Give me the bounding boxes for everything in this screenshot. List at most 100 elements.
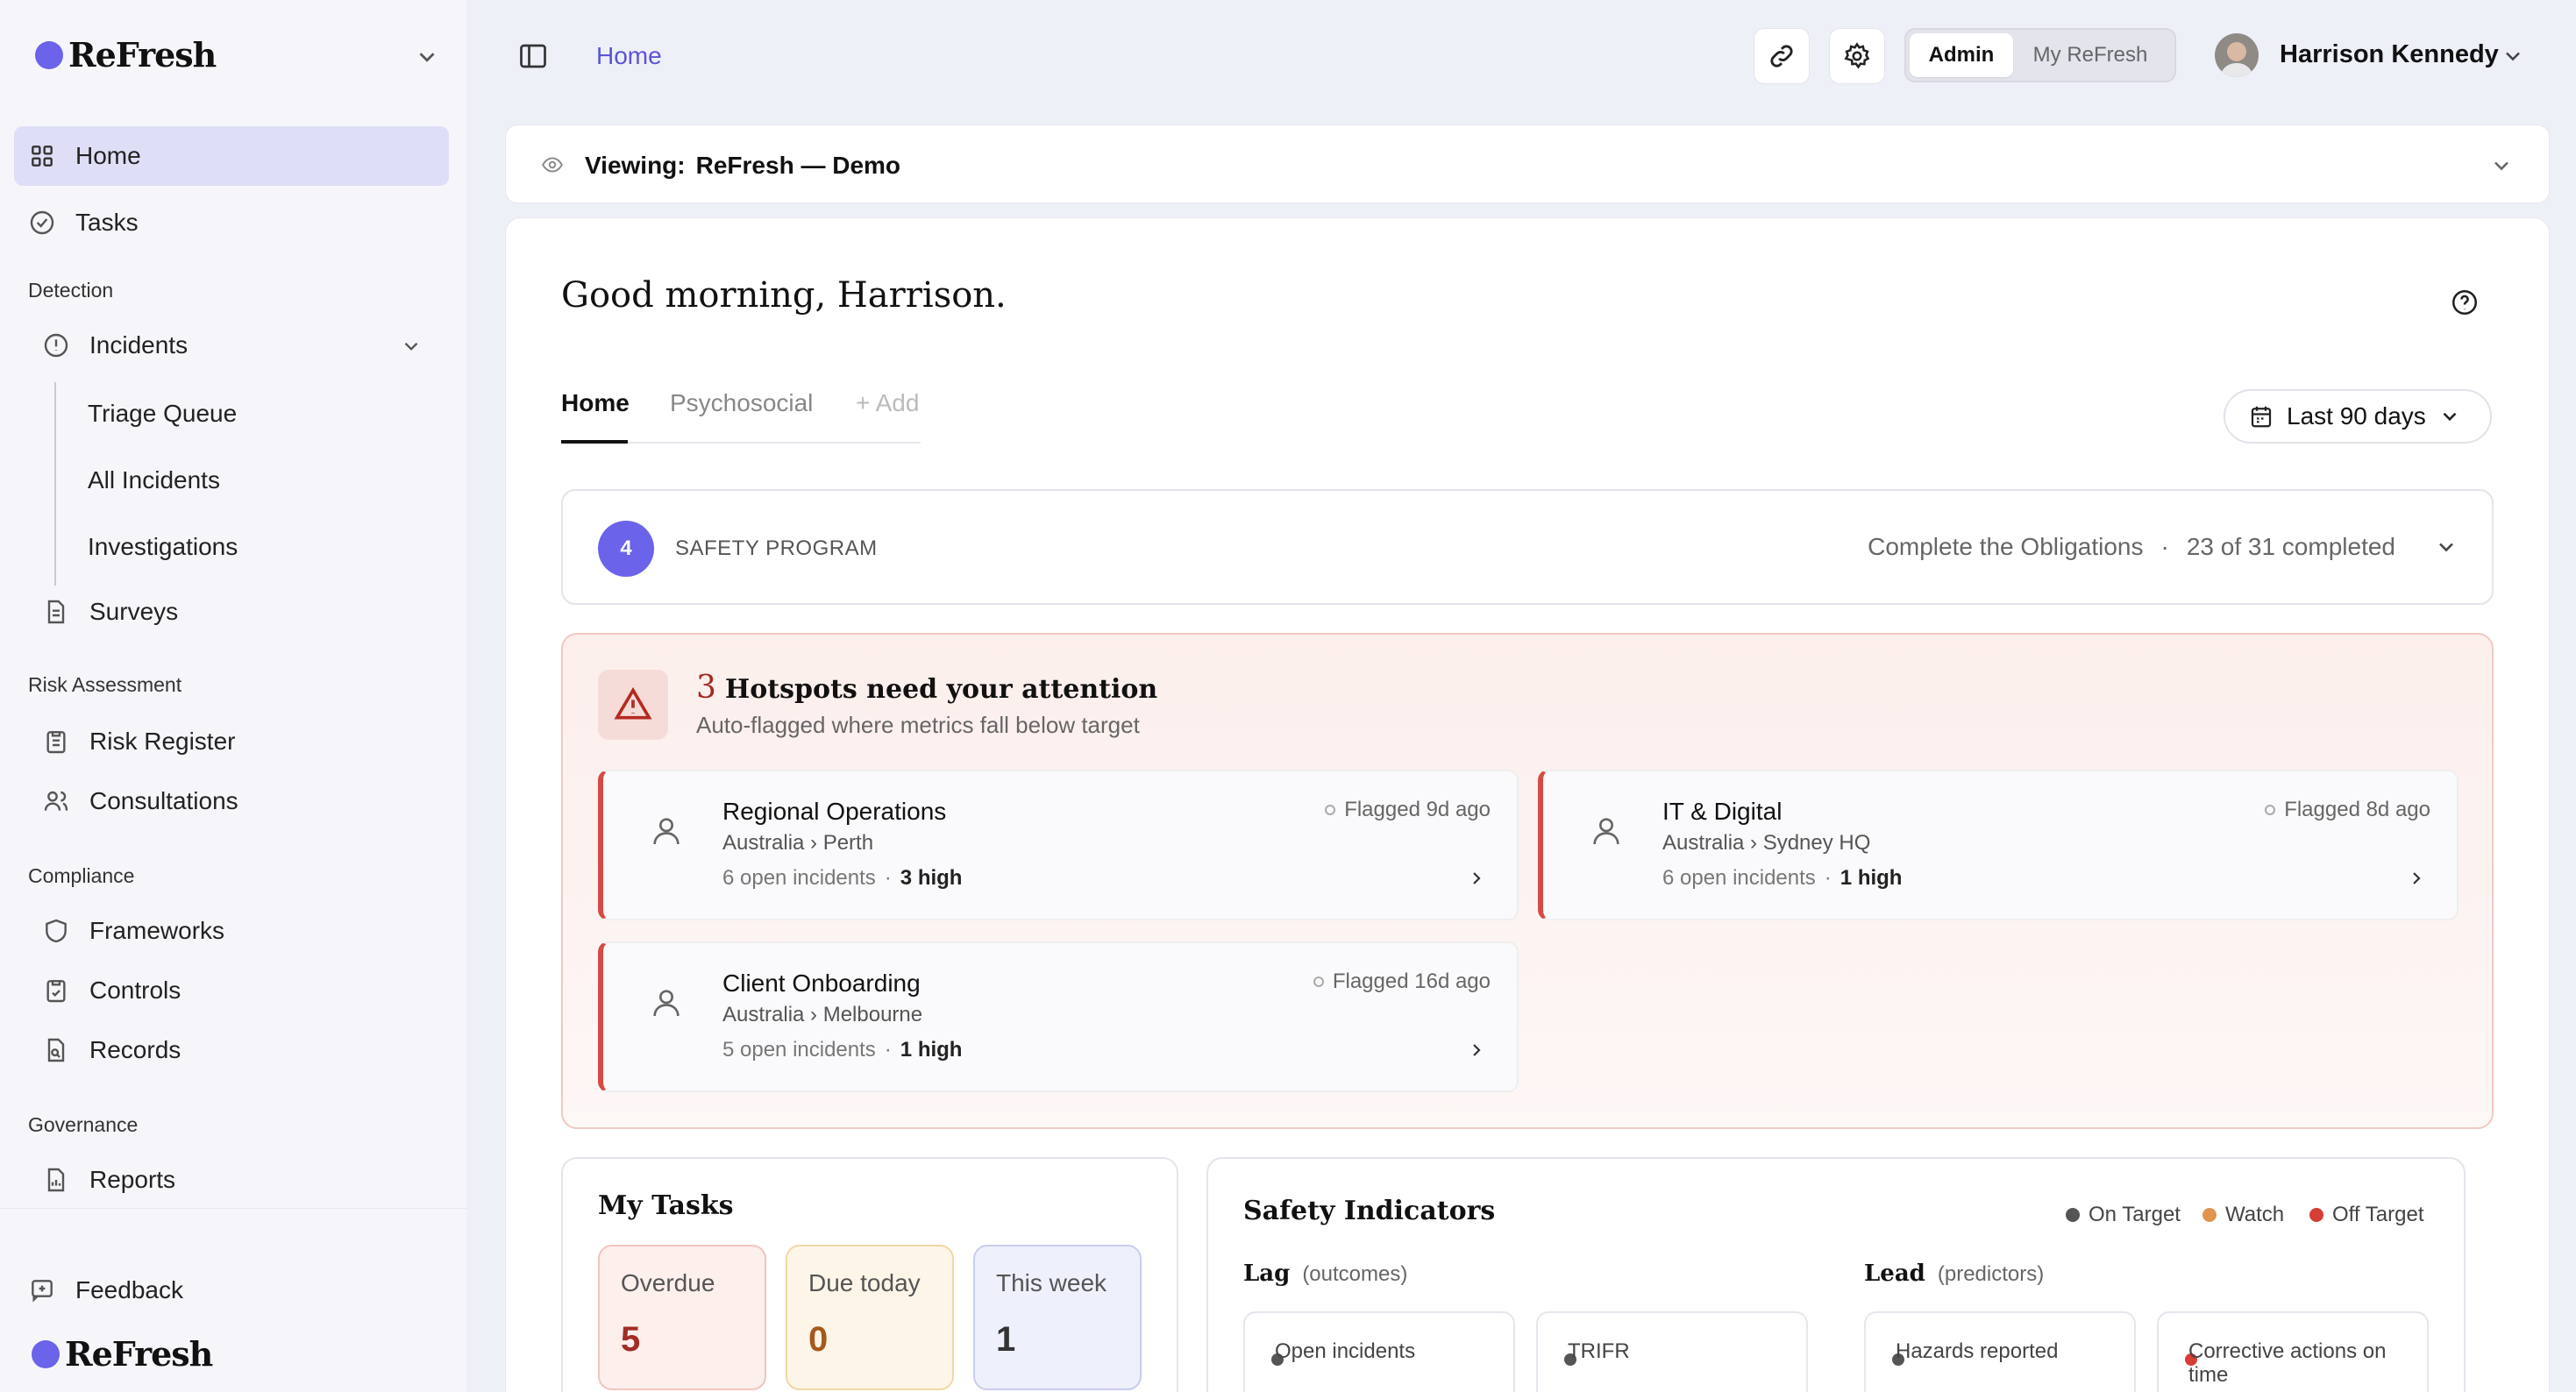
safety-indicators-title: Safety Indicators <box>1243 1196 1496 1226</box>
report-icon <box>47 1168 65 1192</box>
section-risk-assessment: Risk Assessment <box>28 673 182 696</box>
chevron-right-icon <box>1473 872 1481 884</box>
sidebar-subitem-triage-queue[interactable]: Triage Queue <box>88 400 237 428</box>
overdue-count: 5 <box>621 1320 641 1359</box>
clipboard-check-icon <box>46 980 66 1003</box>
hotspot-location: Australia › Sydney HQ <box>1662 831 1871 855</box>
page-title: Good morning, Harrison. <box>561 275 1007 316</box>
user-name[interactable]: Harrison Kennedy <box>2280 40 2499 69</box>
sidebar-item-home[interactable]: Home <box>14 126 449 186</box>
sidebar-item-records[interactable]: Records <box>42 1020 181 1080</box>
link-icon <box>1770 45 1793 67</box>
logo-dot-icon <box>35 40 63 69</box>
warning-badge <box>598 670 668 740</box>
hotspot-stats: 5 open incidents · 1 high <box>722 1038 963 1062</box>
calendar-icon <box>2251 406 2272 428</box>
status-dot-icon <box>1313 977 1324 987</box>
file-search-icon <box>47 1038 65 1062</box>
lead-heading: Lead (predictors) <box>1864 1261 2045 1287</box>
hotspot-location: Australia › Perth <box>722 831 874 855</box>
mode-toggle[interactable]: Admin My ReFresh <box>1904 28 2176 82</box>
this-week-tile[interactable]: This week 1 <box>973 1245 1142 1390</box>
hotspot-stats: 6 open incidents · 1 high <box>1662 866 1903 890</box>
hotspot-flagged: Flagged 16d ago <box>1313 969 1491 994</box>
sidebar-subitem-all-incidents[interactable]: All Incidents <box>88 466 220 494</box>
hotspots-heading: 3 Hotspots need your attention <box>696 670 1158 706</box>
sidebar-item-reports[interactable]: Reports <box>42 1150 175 1210</box>
viewing-bar[interactable]: Viewing: ReFresh — Demo <box>505 124 2550 203</box>
my-tasks-card: My Tasks Overdue 5 Due today 0 This week… <box>561 1157 1178 1392</box>
check-circle-icon <box>30 210 54 235</box>
chevron-down-icon[interactable] <box>414 44 440 70</box>
hotspot-location: Australia › Melbourne <box>722 1003 923 1026</box>
sidebar: ReFresh Home Tasks Detection Incidents T… <box>0 0 466 1392</box>
avatar-body-icon <box>2220 63 2253 77</box>
avatar[interactable] <box>2215 33 2259 77</box>
chevron-down-icon <box>404 342 418 351</box>
mode-admin-option[interactable]: Admin <box>1910 33 2013 77</box>
program-step-badge: 4 <box>598 521 654 577</box>
legend-off-target: Off Target <box>2309 1203 2424 1227</box>
clipboard-list-icon <box>46 731 66 754</box>
avatar-face-icon <box>2227 42 2246 61</box>
sidebar-item-frameworks[interactable]: Frameworks <box>42 901 224 961</box>
sidebar-item-feedback[interactable]: Feedback <box>28 1261 183 1320</box>
hotspot-name: Client Onboarding <box>722 969 921 997</box>
sidebar-item-surveys[interactable]: Surveys <box>42 582 178 642</box>
hotspot-name: IT & Digital <box>1662 798 1783 825</box>
viewing-text: Viewing: ReFresh — Demo <box>585 152 901 179</box>
hotspot-name: Regional Operations <box>722 798 947 825</box>
hotspots-panel: 3 Hotspots need your attention Auto-flag… <box>561 633 2494 1129</box>
section-governance: Governance <box>28 1113 139 1136</box>
status-dot-icon <box>1325 805 1336 815</box>
indicator-corrective-actions[interactable]: Corrective actions on time <box>2157 1311 2429 1392</box>
lag-heading: Lag (outcomes) <box>1243 1261 1408 1287</box>
tab-psychosocial[interactable]: Psychosocial <box>670 389 813 417</box>
mode-my-option[interactable]: My ReFresh <box>2013 33 2167 77</box>
brand-logo[interactable]: ReFresh <box>35 35 217 75</box>
due-today-tile[interactable]: Due today 0 <box>786 1245 954 1390</box>
person-icon <box>653 818 680 845</box>
chevron-right-icon <box>1473 1044 1481 1056</box>
users-icon <box>44 791 68 811</box>
tab-add[interactable]: + Add <box>856 389 919 417</box>
indicator-trifr[interactable]: TRIFR <box>1536 1311 1808 1392</box>
sidebar-item-controls[interactable]: Controls <box>42 961 181 1020</box>
breadcrumb-home[interactable]: Home <box>596 42 662 70</box>
shield-icon <box>46 919 67 943</box>
sidebar-item-consultations[interactable]: Consultations <box>42 771 238 831</box>
feedback-icon <box>32 1280 53 1303</box>
status-dot-icon <box>2265 805 2276 815</box>
program-label: SAFETY PROGRAM <box>675 536 878 560</box>
date-range-select[interactable]: Last 90 days <box>2224 389 2492 444</box>
warning-icon <box>614 686 652 720</box>
section-detection: Detection <box>28 279 114 302</box>
link-button[interactable] <box>1754 28 1810 84</box>
chevron-down-icon[interactable] <box>2501 44 2525 68</box>
sidebar-item-tasks[interactable]: Tasks <box>28 193 139 252</box>
sidebar-item-risk-register[interactable]: Risk Register <box>42 712 235 771</box>
indicator-hazards-reported[interactable]: Hazards reported <box>1864 1311 2136 1392</box>
help-icon[interactable] <box>2450 288 2480 317</box>
due-today-count: 0 <box>808 1320 829 1359</box>
safety-program-banner[interactable]: 4 SAFETY PROGRAM Complete the Obligation… <box>561 489 2494 605</box>
legend-dot-icon <box>2066 1208 2080 1222</box>
hotspot-card[interactable]: IT & Digital Australia › Sydney HQ 6 ope… <box>1538 770 2459 920</box>
settings-button[interactable] <box>1829 28 1885 84</box>
chevron-right-icon <box>2413 872 2421 884</box>
tab-home[interactable]: Home <box>561 389 630 417</box>
gear-icon <box>1844 42 1870 69</box>
sidebar-item-incidents[interactable]: Incidents <box>42 316 428 375</box>
overdue-tile[interactable]: Overdue 5 <box>598 1245 766 1390</box>
indicator-open-incidents[interactable]: Open incidents <box>1243 1311 1515 1392</box>
chevron-down-icon <box>2494 161 2508 171</box>
hotspot-card[interactable]: Client Onboarding Australia › Melbourne … <box>598 941 1519 1092</box>
safety-indicators-card: Safety Indicators On Target Watch Off Ta… <box>1206 1157 2466 1392</box>
this-week-count: 1 <box>996 1320 1016 1359</box>
legend-watch: Watch <box>2202 1203 2284 1227</box>
alert-circle-icon <box>44 333 68 358</box>
hotspot-card[interactable]: Regional Operations Australia › Perth 6 … <box>598 770 1519 920</box>
sidebar-toggle-icon[interactable] <box>517 40 549 72</box>
logo-dot-icon <box>32 1339 60 1368</box>
sidebar-subitem-investigations[interactable]: Investigations <box>88 533 238 561</box>
